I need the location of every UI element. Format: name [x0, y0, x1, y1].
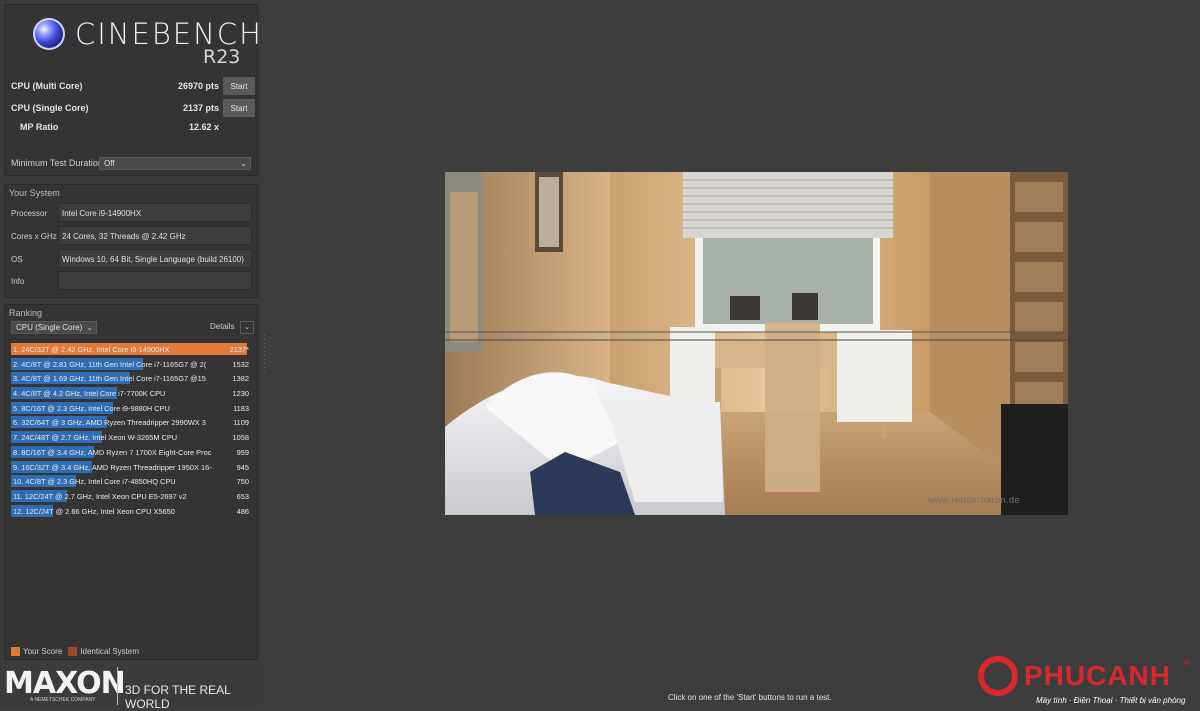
cinebench-logo-icon — [33, 18, 65, 50]
scores-panel: CINEBENCH R23 CPU (Multi Core) 26970 pts… — [4, 4, 261, 176]
ranking-row[interactable]: 8. 8C/16T @ 3.4 GHz, AMD Ryzen 7 1700X E… — [11, 445, 251, 460]
mp-ratio-row: MP Ratio 12.62 x — [11, 118, 255, 136]
maxon-tagline: 3D FOR THE REAL WORLD — [125, 683, 231, 711]
system-row-value: 24 Cores, 32 Threads @ 2.42 GHz — [58, 226, 252, 245]
system-row-info: Info — [5, 271, 259, 291]
ranking-title: Ranking — [9, 308, 43, 318]
ranking-score: 1532 — [232, 359, 249, 369]
ranking-cpu-label: 8. 8C/16T @ 3.4 GHz, AMD Ryzen 7 1700X E… — [13, 447, 212, 457]
ranking-mode-select[interactable]: CPU (Single Core) ⌄ — [11, 321, 97, 334]
system-row-label: Processor — [11, 209, 48, 218]
ranking-cpu-label: 4. 4C/8T @ 4.2 GHz, Intel Core i7-7700K … — [13, 389, 166, 399]
render-viewport: www.renderbaron.de — [445, 172, 1068, 515]
ranking-cpu-label: 7. 24C/48T @ 2.7 GHz, Intel Xeon W-3265M… — [13, 433, 178, 443]
render-caption: www.renderbaron.de — [928, 495, 1021, 505]
ranking-score: 750 — [236, 477, 249, 487]
ranking-score: 486 — [236, 506, 249, 516]
ranking-panel: Ranking CPU (Single Core) ⌄ Details ⌄ 1.… — [4, 304, 258, 660]
ranking-row[interactable]: 2. 4C/8T @ 2.81 GHz, 11th Gen Intel Core… — [11, 357, 251, 372]
ranking-row[interactable]: 10. 4C/8T @ 2.3 GHz, Intel Core i7-4850H… — [11, 474, 251, 489]
ranking-cpu-label: 11. 12C/24T @ 2.7 GHz, Intel Xeon CPU E5… — [13, 491, 187, 501]
chevron-down-icon: ⌄ — [86, 323, 93, 332]
ranking-row[interactable]: 1. 24C/32T @ 2.42 GHz, Intel Core i9-149… — [11, 342, 251, 357]
your-score-swatch — [11, 647, 20, 656]
single-core-score: 2137 pts — [182, 103, 219, 113]
watermark-registered: ® — [1184, 658, 1190, 667]
info-input[interactable] — [58, 271, 252, 290]
multi-core-label: CPU (Multi Core) — [11, 81, 83, 91]
ranking-cpu-label: 5. 8C/16T @ 2.3 GHz, Intel Core i9-9880H… — [13, 403, 170, 413]
legend-identical-system: Identical System — [80, 647, 139, 656]
maxon-subtitle: A NEMETSCHEK COMPANY — [30, 697, 96, 703]
ranking-cpu-label: 1. 24C/32T @ 2.42 GHz, Intel Core i9-149… — [13, 345, 170, 354]
mp-ratio-value: 12.62 x — [188, 122, 219, 132]
system-row-label: OS — [11, 255, 23, 264]
chevron-down-icon: ⌄ — [244, 324, 250, 331]
ranking-row[interactable]: 4. 4C/8T @ 4.2 GHz, Intel Core i7-7700K … — [11, 386, 251, 401]
ranking-cpu-label: 6. 32C/64T @ 3 GHz, AMD Ryzen Threadripp… — [13, 418, 206, 428]
system-row-value: Intel Core i9-14900HX — [58, 203, 252, 222]
ranking-row[interactable]: 5. 8C/16T @ 2.3 GHz, Intel Core i9-9880H… — [11, 401, 251, 416]
sidebar: CINEBENCH R23 CPU (Multi Core) 26970 pts… — [0, 0, 262, 711]
phucanh-watermark: PHUCANH ® Máy tính · Điện Thoại · Thiết … — [976, 654, 1196, 708]
maxon-logo: MAXON — [4, 666, 126, 701]
your-system-panel: Your System Processor Intel Core i9-1490… — [4, 184, 258, 298]
ranking-score: 1109 — [233, 418, 249, 428]
ranking-row[interactable]: 11. 12C/24T @ 2.7 GHz, Intel Xeon CPU E5… — [11, 489, 251, 504]
ranking-row[interactable]: 6. 32C/64T @ 3 GHz, AMD Ryzen Threadripp… — [11, 415, 251, 430]
ranking-cpu-label: 2. 4C/8T @ 2.81 GHz, 11th Gen Intel Core… — [13, 359, 207, 369]
ranking-score: 945 — [236, 462, 249, 472]
ranking-legend: Your Score Identical System — [11, 647, 139, 656]
system-row-label: Cores x GHz — [11, 232, 57, 241]
ranking-row[interactable]: 12. 12C/24T @ 2.66 GHz, Intel Xeon CPU X… — [11, 504, 251, 519]
details-toggle-button[interactable]: ⌄ — [240, 321, 254, 334]
legend-your-score: Your Score — [23, 647, 63, 656]
system-row-label: Info — [11, 277, 25, 286]
ranking-score: 1183 — [233, 403, 249, 413]
ranking-cpu-label: 10. 4C/8T @ 2.3 GHz, Intel Core i7-4850H… — [13, 477, 176, 487]
ranking-score: 2137* — [229, 345, 249, 354]
ranking-score: 1230 — [232, 389, 249, 399]
ranking-row[interactable]: 7. 24C/48T @ 2.7 GHz, Intel Xeon W-3265M… — [11, 430, 251, 445]
ranking-score: 1058 — [232, 433, 249, 443]
chevron-down-icon: ⌄ — [240, 159, 247, 168]
phucanh-logo-icon — [978, 656, 1018, 696]
splitter-grip-icon[interactable]: · · · · · · · · · · — [263, 332, 266, 376]
status-message: Click on one of the 'Start' buttons to r… — [668, 693, 832, 702]
mp-ratio-label: MP Ratio — [20, 122, 59, 132]
system-row-value: Windows 10, 64 Bit, Single Language (bui… — [58, 249, 252, 268]
system-row-processor: Processor Intel Core i9-14900HX — [5, 203, 259, 223]
identical-system-swatch — [68, 647, 78, 656]
ranking-score: 653 — [236, 491, 249, 501]
system-row-cores: Cores x GHz 24 Cores, 32 Threads @ 2.42 … — [5, 226, 259, 246]
ranking-row[interactable]: 3. 4C/8T @ 1.69 GHz, 11th Gen Intel Core… — [11, 371, 251, 386]
watermark-name: PHUCANH — [1024, 660, 1171, 691]
branding-divider — [117, 667, 118, 705]
single-core-row: CPU (Single Core) 2137 pts Start — [11, 99, 255, 117]
ranking-cpu-label: 9. 16C/32T @ 3.4 GHz, AMD Ryzen Threadri… — [13, 462, 212, 472]
multi-core-row: CPU (Multi Core) 26970 pts Start — [11, 77, 255, 95]
min-test-duration-label: Minimum Test Duration — [11, 158, 103, 168]
system-row-os: OS Windows 10, 64 Bit, Single Language (… — [5, 249, 259, 269]
multi-core-start-button[interactable]: Start — [223, 77, 255, 95]
app-version: R23 — [203, 46, 241, 68]
room-render-image — [445, 172, 1068, 515]
ranking-row[interactable]: 9. 16C/32T @ 3.4 GHz, AMD Ryzen Threadri… — [11, 460, 251, 475]
ranking-score: 1382 — [232, 374, 249, 384]
multi-core-score: 26970 pts — [177, 81, 219, 91]
single-core-start-button[interactable]: Start — [223, 99, 255, 117]
watermark-subtitle: Máy tính · Điện Thoại · Thiết bị văn phò… — [1036, 696, 1186, 705]
single-core-label: CPU (Single Core) — [11, 103, 89, 113]
ranking-list: 1. 24C/32T @ 2.42 GHz, Intel Core i9-149… — [11, 342, 251, 518]
ranking-cpu-label: 3. 4C/8T @ 1.69 GHz, 11th Gen Intel Core… — [13, 374, 206, 384]
min-test-duration-value: Off — [104, 159, 115, 168]
your-system-title: Your System — [9, 188, 60, 198]
ranking-score: 959 — [236, 447, 249, 457]
min-test-duration-select[interactable]: Off ⌄ — [99, 157, 251, 170]
ranking-cpu-label: 12. 12C/24T @ 2.66 GHz, Intel Xeon CPU X… — [13, 506, 175, 516]
details-label[interactable]: Details — [210, 322, 234, 331]
ranking-mode-value: CPU (Single Core) — [16, 323, 83, 332]
